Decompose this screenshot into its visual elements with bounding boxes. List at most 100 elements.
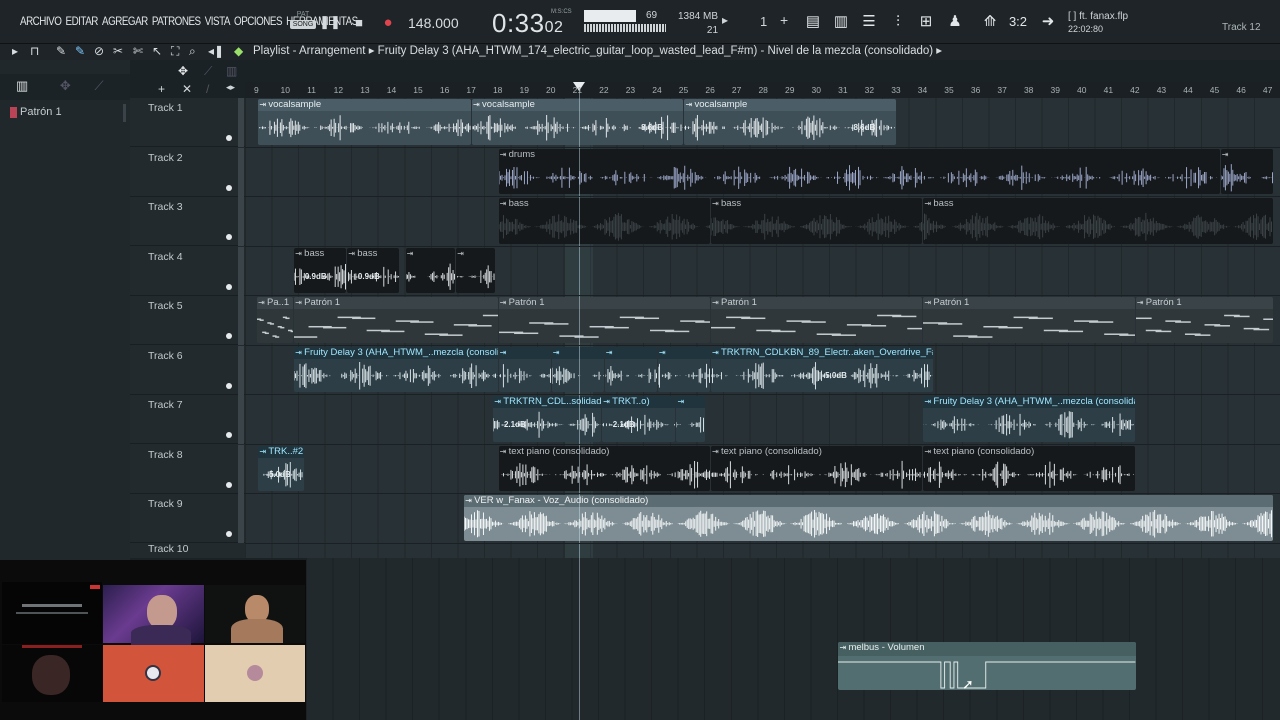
slip-icon[interactable]: ✄	[133, 44, 143, 59]
track-color-bar[interactable]	[238, 246, 244, 296]
browser-icon[interactable]: ⊞	[916, 12, 936, 32]
automation-picker-icon[interactable]: ⟋	[94, 78, 103, 93]
pattern-number[interactable]: 1	[760, 14, 767, 29]
track-mute-icon[interactable]	[226, 283, 232, 290]
add-pattern-icon[interactable]: +	[780, 12, 788, 28]
playlist-clip[interactable]: bass	[498, 198, 710, 244]
pattern-arrow-icon[interactable]: ▸	[722, 13, 728, 27]
playlist-clip[interactable]: bass	[923, 198, 1273, 244]
record-icon[interactable]: ●	[378, 12, 398, 32]
playhead[interactable]	[579, 86, 580, 720]
playlist-clip[interactable]: text piano (consolidado)	[498, 445, 710, 491]
scroll-arrows-icon[interactable]: ◂▸	[226, 82, 235, 93]
playlist-clip[interactable]: vocalsample-8.6dB	[472, 99, 684, 145]
playlist-clip[interactable]	[456, 247, 495, 293]
playlist-clip[interactable]: vocalsample-8.6dB	[684, 99, 896, 145]
track-header[interactable]: Track 5	[130, 296, 245, 345]
track-mute-icon[interactable]	[226, 432, 232, 438]
mute-icon[interactable]: ✂	[113, 44, 123, 59]
track-header[interactable]: Track 7	[130, 395, 245, 444]
grid-icon[interactable]: ▥	[226, 64, 237, 79]
close-icon[interactable]: ✕	[182, 82, 192, 96]
tempo-display[interactable]: 148.000	[408, 15, 459, 31]
cpu-icon[interactable]: ⟰	[980, 12, 1000, 32]
playlist-clip[interactable]: Patrón 1	[711, 297, 923, 343]
playlist-clip[interactable]: Patrón 1	[923, 297, 1135, 343]
menu-agregar[interactable]: AGREGAR	[102, 14, 148, 28]
piano-roll-icon[interactable]: ▥	[831, 12, 851, 32]
playlist-clip[interactable]: drums	[498, 148, 1220, 194]
playback-icon[interactable]: ◂❚	[208, 44, 224, 59]
select-icon[interactable]: ⛶	[171, 44, 179, 59]
track-header[interactable]: Track 9	[130, 494, 245, 543]
playlist-clip[interactable]: text piano (consolidado)	[711, 445, 923, 491]
playlist-clip[interactable]: vocalsample-8.6dB	[258, 99, 472, 145]
playlist-clip[interactable]	[604, 346, 657, 392]
track-color-bar[interactable]	[238, 395, 244, 444]
playlist-clip[interactable]: TRKTRN_CDLKBN_89_Electr..aken_Overdrive_…	[711, 346, 934, 392]
playlist-clip[interactable]: Fruity Delay 3 (AHA_HTWM_..mezcla (conso…	[294, 346, 498, 392]
track-mute-icon[interactable]	[226, 333, 232, 339]
playlist-clip[interactable]: Patrón 1	[498, 297, 710, 343]
playlist-clip[interactable]: Pa..1	[257, 297, 294, 343]
magnet-icon[interactable]: ⊓	[30, 44, 39, 59]
track-color-bar[interactable]	[238, 494, 244, 543]
playlist-lower-area[interactable]	[306, 558, 1280, 720]
menu-vista[interactable]: VISTA	[205, 14, 231, 28]
track-mute-icon[interactable]	[226, 531, 232, 537]
menu-opciones[interactable]: OPCIONES	[234, 14, 282, 28]
track-mute-icon[interactable]	[226, 184, 232, 191]
pencil-icon[interactable]: ✎	[56, 44, 66, 59]
track-color-bar[interactable]	[238, 296, 244, 345]
audio-picker-icon[interactable]: ✥	[60, 78, 71, 93]
playlist-icon[interactable]: ▤	[803, 12, 823, 32]
playlist-clip[interactable]	[405, 247, 456, 293]
playlist-clip[interactable]: text piano (consolidado)	[923, 445, 1135, 491]
track-mute-icon[interactable]	[226, 234, 232, 240]
playlist-clip[interactable]: Fruity Delay 3 (AHA_HTWM_..mezcla (conso…	[923, 396, 1135, 442]
brush-icon[interactable]: ✎	[75, 44, 85, 59]
playlist-clip[interactable]: Patrón 1	[294, 297, 498, 343]
playlist-clip[interactable]	[551, 346, 604, 392]
track-header[interactable]: Track 3	[130, 197, 245, 246]
pattern-picker-icon[interactable]: ▥	[16, 78, 28, 93]
track-header[interactable]: Track 2	[130, 147, 245, 197]
track-mute-icon[interactable]	[226, 135, 232, 141]
playlist-clip[interactable]: Patrón 1	[1135, 297, 1273, 343]
stretch-icon[interactable]: 3:2	[1008, 12, 1028, 32]
playlist-clip[interactable]: TRK..#2 -5.0dB	[258, 445, 304, 491]
track-color-bar[interactable]	[238, 197, 244, 246]
menu-editar[interactable]: EDITAR	[65, 14, 98, 28]
mixer-icon[interactable]: ⫶	[888, 12, 908, 32]
playlist-clip[interactable]: bass -0.9dB	[294, 247, 347, 293]
track-color-bar[interactable]	[238, 147, 244, 197]
menu-patrones[interactable]: PATRONES	[152, 14, 201, 28]
stop-icon[interactable]: ■	[349, 12, 369, 32]
playlist-clip[interactable]	[498, 346, 551, 392]
playlist-clip[interactable]: TRKTRN_CDL..solidado) -2.1dB	[493, 396, 602, 442]
playlist-clip[interactable]: bass -0.9dB	[347, 247, 400, 293]
pattern-item[interactable]: Patrón 1	[6, 104, 126, 122]
playlist-clip[interactable]	[1220, 148, 1273, 194]
arrow-right-icon[interactable]: ➜	[1038, 12, 1058, 32]
track-color-bar[interactable]	[238, 444, 244, 494]
delete-icon[interactable]: ⊘	[94, 44, 104, 59]
track-color-bar[interactable]	[238, 98, 244, 147]
track-header[interactable]: Track 8	[130, 444, 245, 494]
playlist-clip[interactable]	[676, 396, 705, 442]
playlist-clip[interactable]: bass	[711, 198, 923, 244]
channel-rack-icon[interactable]: ☰	[859, 12, 879, 32]
add-track-icon[interactable]: +	[158, 82, 165, 96]
zoom-icon[interactable]: ⌕	[189, 44, 196, 59]
pause-icon[interactable]: ❚❚	[319, 12, 341, 32]
track-mute-icon[interactable]	[226, 382, 232, 389]
move-icon[interactable]: ✥	[178, 64, 188, 79]
playlist-clip[interactable]	[657, 346, 710, 392]
track-mute-icon[interactable]	[226, 481, 232, 488]
playlist-clip[interactable]: VER w_Fanax - Voz_Audio (consolidado)	[464, 495, 1273, 541]
menu-archivo[interactable]: ARCHIVO	[20, 14, 62, 28]
track-color-bar[interactable]	[238, 345, 244, 395]
track-header[interactable]: Track 4	[130, 246, 245, 296]
track-header[interactable]: Track 6	[130, 345, 245, 395]
slice-icon[interactable]: ↖	[152, 44, 162, 59]
